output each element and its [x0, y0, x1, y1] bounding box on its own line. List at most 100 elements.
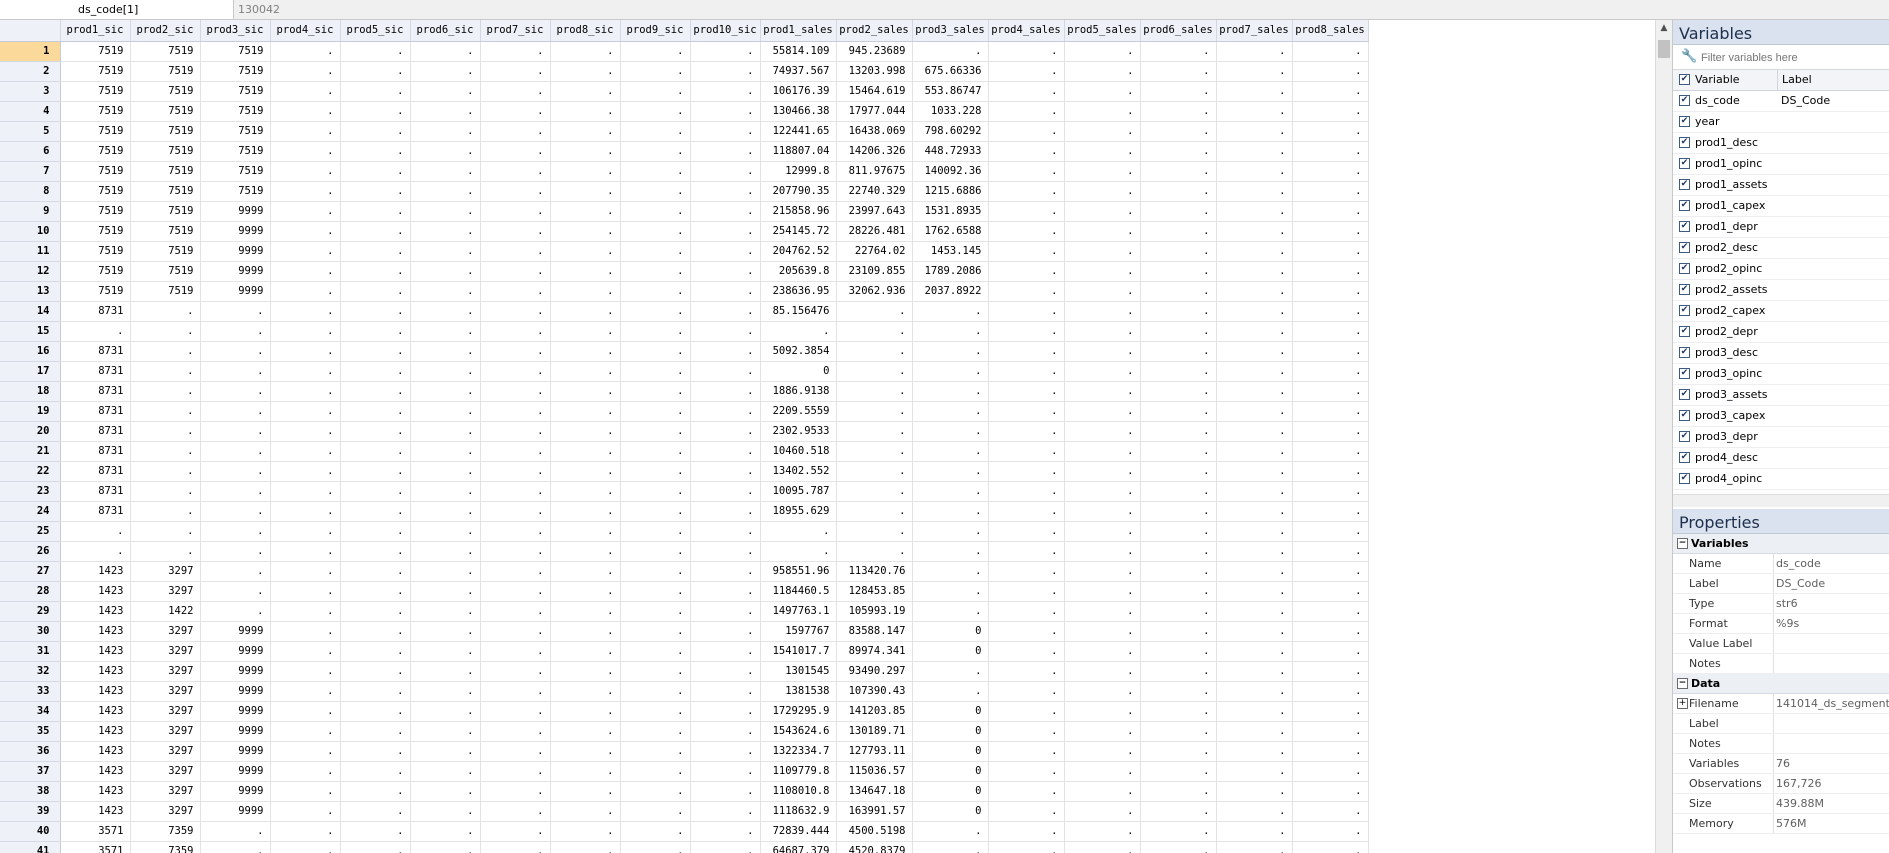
data-cell[interactable]: .: [1216, 321, 1293, 342]
data-cell[interactable]: .: [988, 201, 1065, 222]
data-cell[interactable]: .: [1140, 501, 1217, 522]
data-cell[interactable]: .: [480, 501, 551, 522]
data-cell[interactable]: 1033.228: [912, 101, 989, 122]
data-cell[interactable]: .: [620, 161, 691, 182]
data-cell[interactable]: 553.86747: [912, 81, 989, 102]
data-cell[interactable]: .: [620, 681, 691, 702]
row-number[interactable]: 36: [0, 741, 61, 762]
data-cell[interactable]: 9999: [200, 801, 271, 822]
property-row[interactable]: Format %9s: [1673, 614, 1889, 634]
data-cell[interactable]: .: [620, 381, 691, 402]
data-cell[interactable]: .: [988, 181, 1065, 202]
data-cell[interactable]: .: [1292, 141, 1369, 162]
data-cell[interactable]: .: [1140, 521, 1217, 542]
data-cell[interactable]: .: [60, 541, 131, 562]
data-cell[interactable]: .: [550, 701, 621, 722]
row-number[interactable]: 37: [0, 761, 61, 782]
row-number[interactable]: 41: [0, 841, 61, 853]
data-cell[interactable]: .: [340, 621, 411, 642]
data-cell[interactable]: .: [988, 161, 1065, 182]
column-header[interactable]: prod5_sales: [1064, 20, 1141, 42]
data-cell[interactable]: 9999: [200, 621, 271, 642]
data-cell[interactable]: .: [550, 301, 621, 322]
data-cell[interactable]: .: [690, 761, 761, 782]
data-cell[interactable]: .: [1140, 421, 1217, 442]
data-cell[interactable]: .: [550, 441, 621, 462]
data-cell[interactable]: .: [1064, 321, 1141, 342]
data-cell[interactable]: .: [270, 741, 341, 762]
property-row[interactable]: Notes: [1673, 654, 1889, 674]
data-cell[interactable]: .: [1292, 561, 1369, 582]
data-cell[interactable]: 2037.8922: [912, 281, 989, 302]
data-cell[interactable]: .: [1064, 121, 1141, 142]
data-cell[interactable]: .: [270, 581, 341, 602]
data-cell[interactable]: 9999: [200, 741, 271, 762]
column-header[interactable]: prod4_sales: [988, 20, 1065, 42]
data-cell[interactable]: .: [550, 821, 621, 842]
data-cell[interactable]: .: [690, 141, 761, 162]
data-cell[interactable]: .: [912, 681, 989, 702]
data-cell[interactable]: .: [480, 201, 551, 222]
data-cell[interactable]: .: [690, 261, 761, 282]
data-cell[interactable]: .: [1292, 421, 1369, 442]
data-cell[interactable]: .: [690, 321, 761, 342]
data-cell[interactable]: .: [988, 261, 1065, 282]
data-cell[interactable]: .: [620, 801, 691, 822]
variable-checkbox[interactable]: ✔: [1679, 473, 1690, 484]
data-cell[interactable]: .: [1140, 141, 1217, 162]
data-cell[interactable]: .: [988, 341, 1065, 362]
data-cell[interactable]: 7519: [200, 61, 271, 82]
data-cell[interactable]: 1423: [60, 761, 131, 782]
data-cell[interactable]: .: [760, 321, 837, 342]
data-cell[interactable]: .: [1064, 221, 1141, 242]
data-cell[interactable]: 3297: [130, 701, 201, 722]
data-cell[interactable]: 163991.57: [836, 801, 913, 822]
data-cell[interactable]: .: [270, 401, 341, 422]
data-cell[interactable]: .: [550, 541, 621, 562]
data-cell[interactable]: .: [1216, 461, 1293, 482]
data-cell[interactable]: .: [1292, 181, 1369, 202]
data-cell[interactable]: .: [340, 761, 411, 782]
data-cell[interactable]: .: [270, 41, 341, 62]
data-cell[interactable]: .: [200, 381, 271, 402]
data-cell[interactable]: .: [690, 581, 761, 602]
data-cell[interactable]: .: [1140, 481, 1217, 502]
data-cell[interactable]: .: [1216, 401, 1293, 422]
data-cell[interactable]: .: [270, 161, 341, 182]
data-cell[interactable]: .: [130, 301, 201, 322]
data-cell[interactable]: 8731: [60, 481, 131, 502]
data-cell[interactable]: .: [912, 321, 989, 342]
data-cell[interactable]: .: [1140, 241, 1217, 262]
data-cell[interactable]: .: [912, 361, 989, 382]
data-cell[interactable]: .: [130, 541, 201, 562]
data-cell[interactable]: 8731: [60, 361, 131, 382]
variable-checkbox[interactable]: ✔: [1679, 263, 1690, 274]
data-cell[interactable]: .: [760, 541, 837, 562]
data-cell[interactable]: .: [550, 761, 621, 782]
data-cell[interactable]: .: [690, 61, 761, 82]
row-number[interactable]: 38: [0, 781, 61, 802]
data-cell[interactable]: .: [988, 281, 1065, 302]
data-cell[interactable]: .: [200, 521, 271, 542]
data-cell[interactable]: .: [1216, 781, 1293, 802]
data-cell[interactable]: .: [620, 101, 691, 122]
property-row[interactable]: Observations 167,726: [1673, 774, 1889, 794]
data-cell[interactable]: 15464.619: [836, 81, 913, 102]
data-cell[interactable]: .: [1064, 361, 1141, 382]
data-cell[interactable]: 1543624.6: [760, 721, 837, 742]
data-cell[interactable]: 1423: [60, 681, 131, 702]
data-cell[interactable]: .: [912, 441, 989, 462]
data-cell[interactable]: 1422: [130, 601, 201, 622]
data-cell[interactable]: .: [690, 661, 761, 682]
data-cell[interactable]: 7519: [60, 221, 131, 242]
data-cell[interactable]: .: [1140, 181, 1217, 202]
data-cell[interactable]: .: [410, 801, 481, 822]
data-cell[interactable]: .: [200, 581, 271, 602]
data-cell[interactable]: 89974.341: [836, 641, 913, 662]
data-cell[interactable]: 1886.9138: [760, 381, 837, 402]
variable-checkbox[interactable]: ✔: [1679, 221, 1690, 232]
data-cell[interactable]: 0: [912, 721, 989, 742]
data-cell[interactable]: .: [620, 581, 691, 602]
data-cell[interactable]: .: [1216, 561, 1293, 582]
data-cell[interactable]: .: [988, 61, 1065, 82]
